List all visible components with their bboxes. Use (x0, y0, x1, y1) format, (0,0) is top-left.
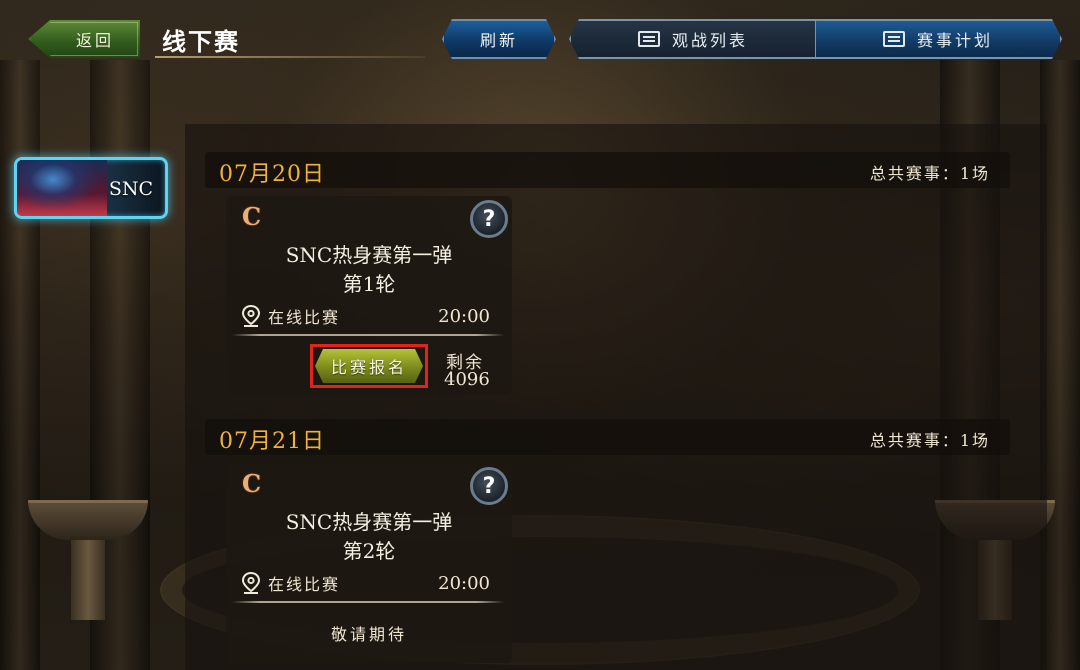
question-icon: ? (482, 473, 496, 499)
start-time: 20:00 (438, 305, 490, 327)
date-label: 07月20日 (219, 162, 325, 187)
location-row: 在线比赛 20:00 (240, 571, 490, 595)
back-button-label: 返回 (75, 31, 114, 50)
question-icon: ? (482, 206, 496, 232)
tab-event-plan-label: 赛事计划 (916, 31, 993, 50)
date-header: 07月21日 总共赛事：1场 (205, 419, 1010, 455)
coming-soon-status: 敬请期待 (330, 625, 407, 644)
match-name: SNC热身赛第一弹 (285, 510, 453, 534)
match-name: SNC热身赛第一弹 (285, 243, 453, 267)
help-button[interactable]: ? (470, 467, 508, 505)
background-pillar (0, 60, 40, 670)
card-divider (232, 334, 504, 336)
location-label: 在线比赛 (268, 575, 341, 594)
title-underline (155, 56, 425, 58)
total-matches: 总共赛事：1场 (869, 431, 990, 450)
category-thumbnail (17, 160, 107, 216)
monitor-icon (883, 31, 905, 47)
tab-event-plan[interactable]: 赛事计划 (815, 21, 1060, 57)
location-pin-icon (241, 304, 261, 327)
help-button[interactable]: ? (470, 200, 508, 238)
page-title: 线下赛 (162, 27, 240, 56)
start-time: 20:00 (438, 572, 490, 594)
sidebar-item-label: SNC (108, 178, 153, 200)
match-round: 第2轮 (342, 539, 396, 563)
remaining-count: 4096 (444, 369, 490, 390)
location-label: 在线比赛 (268, 308, 341, 327)
tab-watch-list-label: 观战列表 (671, 31, 748, 50)
date-header: 07月20日 总共赛事：1场 (205, 152, 1010, 188)
back-button[interactable]: 返回 (28, 20, 140, 58)
match-card: C ? SNC热身赛第一弹 第2轮 在线比赛 20:00 敬请期待 (226, 463, 512, 663)
signup-button-face: 比赛报名 (315, 349, 423, 383)
signup-button-label: 比赛报名 (330, 358, 407, 377)
monitor-icon (638, 31, 660, 47)
grade-badge: C (242, 202, 262, 231)
total-matches: 总共赛事：1场 (869, 164, 990, 183)
location-row: 在线比赛 20:00 (240, 304, 490, 328)
card-divider (232, 601, 504, 603)
date-label: 07月21日 (219, 429, 325, 454)
tab-watch-list[interactable]: 观战列表 (571, 21, 815, 57)
location-pin-icon (241, 571, 261, 594)
sidebar-item-snc[interactable]: SNC (14, 157, 168, 219)
grade-badge: C (242, 469, 262, 498)
refresh-button[interactable]: 刷新 (442, 19, 556, 59)
match-round: 第1轮 (342, 272, 396, 296)
signup-button[interactable]: 比赛报名 (310, 344, 428, 388)
refresh-button-label: 刷新 (479, 31, 518, 50)
stone-font-stem (71, 540, 105, 620)
header-tabs: 观战列表 赛事计划 (569, 19, 1062, 59)
